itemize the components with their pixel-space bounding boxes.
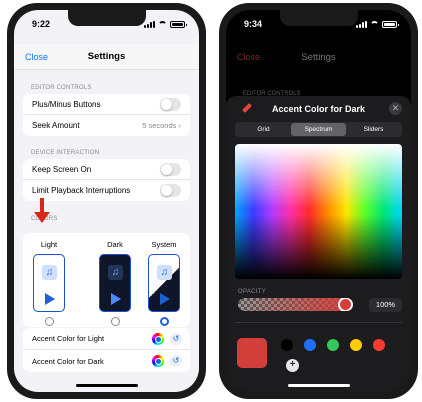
color-well-icon[interactable] — [152, 355, 164, 367]
seek-amount-row[interactable]: Seek Amount 5 seconds › — [23, 115, 190, 136]
music-note-icon: ♫ — [157, 265, 172, 280]
limit-playback-toggle[interactable] — [160, 184, 181, 197]
color-well-icon[interactable] — [152, 333, 164, 345]
appearance-light-label: Light — [40, 240, 58, 249]
keep-screen-on-toggle[interactable] — [160, 162, 181, 176]
tab-sliders[interactable]: Sliders — [346, 123, 401, 136]
light-preview-card[interactable]: ♫ — [33, 254, 65, 312]
left-phone: 9:22 Close Settings EDITOR CONTROLS Plus… — [7, 3, 206, 399]
tab-spectrum[interactable]: Spectrum — [291, 123, 346, 136]
limit-playback-label: Limit Playback Interruptions — [32, 186, 131, 195]
status-time: 9:22 — [32, 19, 51, 29]
settings-screen: 9:22 Close Settings EDITOR CONTROLS Plus… — [14, 10, 199, 392]
right-phone: 9:34 Close Settings EDITOR CONTROLS Acce… — [219, 3, 418, 399]
nav-bar: Close Settings — [14, 44, 199, 70]
system-radio-selected[interactable] — [159, 317, 169, 326]
sheet-title: Accent Color for Dark — [271, 104, 366, 114]
accent-color-group: Accent Color for Light ↺ Accent Color fo… — [23, 328, 190, 372]
plus-minus-toggle[interactable] — [160, 97, 181, 111]
keep-screen-on-label: Keep Screen On — [32, 164, 92, 174]
signal-icon — [356, 20, 367, 28]
section-header-device-interaction: DEVICE INTERACTION — [31, 150, 100, 156]
signal-icon — [144, 20, 155, 28]
editor-controls-group: Plus/Minus Buttons Seek Amount 5 seconds… — [23, 94, 190, 136]
home-indicator — [287, 384, 350, 387]
status-bar: 9:22 — [14, 10, 199, 38]
music-note-icon: ♫ — [108, 265, 123, 280]
appearance-dark-option[interactable]: Dark ♫ — [95, 233, 135, 326]
accent-dark-label: Accent Color for Dark — [32, 356, 104, 366]
play-icon — [160, 293, 170, 305]
appearance-dark-label: Dark — [107, 240, 123, 249]
music-note-icon: ♫ — [42, 265, 57, 280]
eyedropper-icon[interactable] — [239, 103, 252, 115]
status-bar: 9:34 — [226, 10, 411, 38]
system-preview-card[interactable]: ♫ — [148, 254, 180, 312]
page-title: Settings — [87, 51, 126, 62]
opacity-label: OPACITY — [238, 289, 266, 295]
chevron-right-icon: › — [178, 121, 182, 130]
appearance-system-label: System — [151, 240, 177, 249]
battery-icon — [382, 20, 399, 28]
dark-preview-card[interactable]: ♫ — [99, 254, 131, 312]
color-picker-screen: 9:34 Close Settings EDITOR CONTROLS Acce… — [226, 10, 411, 392]
color-picker-sheet: Accent Color for Dark ✕ Grid Spectrum Sl… — [226, 96, 411, 392]
preset-color-swatch[interactable] — [350, 339, 362, 351]
light-radio[interactable] — [44, 317, 54, 326]
accent-light-row[interactable]: Accent Color for Light ↺ — [23, 328, 190, 350]
plus-minus-label: Plus/Minus Buttons — [32, 99, 101, 109]
appearance-system-option[interactable]: System ♫ — [144, 233, 184, 326]
reset-icon[interactable]: ↺ — [170, 355, 182, 367]
current-color-swatch — [237, 338, 267, 368]
close-icon[interactable]: ✕ — [389, 102, 402, 115]
reset-icon[interactable]: ↺ — [170, 333, 182, 345]
accent-dark-row[interactable]: Accent Color for Dark ↺ — [23, 350, 190, 372]
color-spectrum[interactable] — [235, 144, 402, 279]
page-title: Settings — [301, 51, 336, 63]
preset-color-swatch[interactable] — [327, 339, 339, 351]
seek-amount-value: 5 seconds — [142, 121, 177, 130]
opacity-slider-thumb[interactable] — [338, 298, 353, 311]
appearance-light-option[interactable]: Light ♫ — [29, 233, 69, 326]
section-header-editor-controls: EDITOR CONTROLS — [31, 85, 92, 91]
play-icon — [45, 293, 55, 305]
appearance-picker: Light ♫ Dark ♫ System ♫ — [23, 233, 190, 327]
red-down-arrow-icon — [34, 198, 50, 224]
status-time: 9:34 — [244, 19, 263, 29]
wifi-icon — [370, 21, 379, 27]
battery-icon — [170, 20, 187, 28]
opacity-slider[interactable] — [238, 298, 353, 311]
preset-color-swatch[interactable] — [281, 339, 293, 351]
play-icon — [111, 293, 121, 305]
dark-radio[interactable] — [110, 317, 120, 326]
home-indicator — [75, 384, 138, 387]
nav-bar: Close Settings — [226, 44, 411, 70]
close-button[interactable]: Close — [237, 52, 260, 62]
preset-color-swatch[interactable] — [304, 339, 316, 351]
close-button[interactable]: Close — [25, 52, 48, 62]
picker-mode-tabs: Grid Spectrum Sliders — [235, 122, 402, 137]
device-interaction-group: Keep Screen On Limit Playback Interrupti… — [23, 159, 190, 201]
preset-color-swatch[interactable] — [373, 339, 385, 351]
tab-grid[interactable]: Grid — [236, 123, 291, 136]
accent-light-label: Accent Color for Light — [32, 334, 105, 343]
add-color-button[interactable]: + — [286, 359, 299, 372]
keep-screen-on-row[interactable]: Keep Screen On — [23, 159, 190, 180]
plus-minus-row[interactable]: Plus/Minus Buttons — [23, 94, 190, 115]
opacity-value-field[interactable]: 100% — [369, 298, 402, 312]
seek-amount-label: Seek Amount — [32, 121, 80, 130]
wifi-icon — [158, 21, 167, 27]
